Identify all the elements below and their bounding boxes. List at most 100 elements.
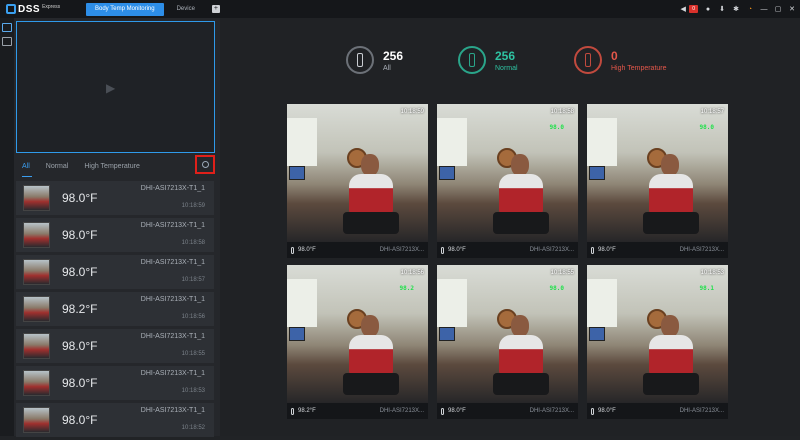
snapshot-overlay-temp: 98.1	[699, 285, 714, 292]
snapshot-device: DHI-ASI7213X...	[679, 408, 724, 414]
thermometer-icon	[441, 407, 444, 415]
snapshot-footer: 98.0°F DHI-ASI7213X...	[287, 242, 428, 258]
thermometer-gauge-icon	[346, 46, 374, 74]
record-time: 10:18:58	[181, 240, 205, 246]
snapshot-device: DHI-ASI7213X...	[379, 247, 424, 253]
stat-high-label: High Temperature	[611, 64, 667, 72]
record-time: 10:18:56	[181, 314, 205, 320]
record-temperature: 98.2°F	[62, 302, 98, 316]
live-view-icon[interactable]	[2, 23, 12, 32]
close-icon[interactable]: ✕	[788, 5, 796, 13]
snapshot-time: 10:18:57	[700, 109, 724, 115]
record-device: DHI-ASI7213X-T1_1	[140, 333, 205, 340]
left-icon-strip	[0, 18, 14, 436]
tab-body-temp-monitoring[interactable]: Body Temp Monitoring	[86, 2, 164, 16]
list-item[interactable]: 98.0°F DHI-ASI7213X-T1_1 10:18:59	[16, 181, 214, 215]
snapshot-device: DHI-ASI7213X...	[529, 408, 574, 414]
snapshot-grid: 10:18:59 98.0°F DHI-ASI7213X... 10:18:58…	[287, 104, 729, 422]
left-panel: ▶ All Normal High Temperature 98.0°F DHI…	[14, 18, 220, 437]
list-item[interactable]: 98.0°F DHI-ASI7213X-T1_1 10:18:55	[16, 329, 214, 363]
snapshot-footer: 98.2°F DHI-ASI7213X...	[287, 403, 428, 419]
maximize-icon[interactable]: ▢	[774, 5, 782, 13]
snapshot-time: 10:18:55	[550, 270, 574, 276]
list-item[interactable]: 98.0°F DHI-ASI7213X-T1_1 10:18:53	[16, 366, 214, 400]
filter-all[interactable]: All	[22, 161, 32, 177]
alarm-count-badge[interactable]: 0	[689, 5, 698, 13]
speaker-icon[interactable]: ◀	[679, 5, 687, 13]
thermometer-icon	[591, 246, 594, 254]
snapshot-overlay-temp: 98.2	[399, 285, 414, 292]
download-icon[interactable]: ⬇	[718, 5, 726, 13]
record-device: DHI-ASI7213X-T1_1	[140, 407, 205, 414]
thermometer-gauge-icon	[458, 46, 486, 74]
stat-normal: 256 Normal	[458, 46, 518, 74]
snapshot-tile[interactable]: 10:18:53 98.1 98.0°F DHI-ASI7213X...	[587, 265, 728, 419]
record-time: 10:18:52	[181, 425, 205, 431]
list-item[interactable]: 98.2°F DHI-ASI7213X-T1_1 10:18:56	[16, 292, 214, 326]
record-device: DHI-ASI7213X-T1_1	[140, 296, 205, 303]
list-item[interactable]: 98.0°F DHI-ASI7213X-T1_1 10:18:52	[16, 403, 214, 437]
snapshot-thumbnail	[23, 259, 50, 285]
minimize-icon[interactable]: —	[760, 5, 768, 13]
monitoring-content: 256 All 256 Normal 0 High Temperature 10…	[220, 18, 800, 436]
thermometer-gauge-icon	[574, 46, 602, 74]
stat-normal-label: Normal	[495, 64, 518, 72]
filter-tabs: All Normal High Temperature	[22, 161, 214, 177]
snapshot-thumbnail	[23, 185, 50, 211]
snapshot-device: DHI-ASI7213X...	[679, 247, 724, 253]
thermometer-icon	[291, 407, 294, 415]
snapshot-time: 10:18:58	[550, 109, 574, 115]
snapshot-temperature: 98.0°F	[298, 247, 316, 253]
snapshot-time: 10:18:53	[700, 270, 724, 276]
snapshot-temperature: 98.2°F	[298, 408, 316, 414]
list-item[interactable]: 98.0°F DHI-ASI7213X-T1_1 10:18:58	[16, 218, 214, 252]
record-time: 10:18:57	[181, 277, 205, 283]
snapshot-thumbnail	[23, 407, 50, 433]
record-temperature: 98.0°F	[62, 413, 98, 427]
record-time: 10:18:55	[181, 351, 205, 357]
gear-icon[interactable]: ✱	[732, 5, 740, 13]
tab-device[interactable]: Device	[168, 3, 204, 16]
live-preview[interactable]: ▶	[16, 21, 215, 153]
snapshot-tile[interactable]: 10:18:57 98.0 98.0°F DHI-ASI7213X...	[587, 104, 728, 258]
record-temperature: 98.0°F	[62, 228, 98, 242]
camera-icon: ▶	[106, 81, 116, 95]
user-icon[interactable]: ●	[704, 5, 712, 13]
top-bar: DSS Express Body Temp Monitoring Device …	[0, 0, 800, 18]
snapshot-tile[interactable]: 10:18:55 98.0 98.0°F DHI-ASI7213X...	[437, 265, 578, 419]
snapshot-overlay-temp: 98.0	[549, 285, 564, 292]
snapshot-temperature: 98.0°F	[448, 247, 466, 253]
snapshot-device: DHI-ASI7213X...	[529, 247, 574, 253]
app-name: DSS	[18, 3, 41, 15]
snapshot-footer: 98.0°F DHI-ASI7213X...	[587, 403, 728, 419]
snapshot-temperature: 98.0°F	[598, 247, 616, 253]
stat-all-value: 256	[383, 48, 404, 63]
snapshot-tile[interactable]: 10:18:56 98.2 98.2°F DHI-ASI7213X...	[287, 265, 428, 419]
snapshot-footer: 98.0°F DHI-ASI7213X...	[437, 242, 578, 258]
stat-high-temperature: 0 High Temperature	[574, 46, 667, 74]
thermometer-icon	[291, 246, 294, 254]
filter-high-temperature[interactable]: High Temperature	[84, 161, 140, 175]
stat-normal-value: 256	[495, 48, 516, 63]
snapshot-tile[interactable]: 10:18:58 98.0 98.0°F DHI-ASI7213X...	[437, 104, 578, 258]
filter-normal[interactable]: Normal	[46, 161, 69, 175]
add-tab-button[interactable]: +	[211, 5, 220, 13]
record-temperature: 98.0°F	[62, 376, 98, 390]
snapshot-footer: 98.0°F DHI-ASI7213X...	[437, 403, 578, 419]
performance-icon[interactable]: ◔	[746, 5, 754, 13]
snapshot-thumbnail	[23, 370, 50, 396]
records-icon[interactable]	[2, 37, 12, 46]
snapshot-overlay-temp: 98.0	[699, 124, 714, 131]
filter-settings-button[interactable]	[195, 155, 215, 174]
snapshot-temperature: 98.0°F	[598, 408, 616, 414]
stat-all-label: All	[383, 64, 391, 72]
record-device: DHI-ASI7213X-T1_1	[140, 259, 205, 266]
list-item[interactable]: 98.0°F DHI-ASI7213X-T1_1 10:18:57	[16, 255, 214, 289]
record-device: DHI-ASI7213X-T1_1	[140, 185, 205, 192]
snapshot-image	[287, 104, 428, 242]
record-device: DHI-ASI7213X-T1_1	[140, 370, 205, 377]
stat-high-value: 0	[611, 48, 618, 63]
record-temperature: 98.0°F	[62, 191, 98, 205]
snapshot-tile[interactable]: 10:18:59 98.0°F DHI-ASI7213X...	[287, 104, 428, 258]
stat-all: 256 All	[346, 46, 403, 74]
